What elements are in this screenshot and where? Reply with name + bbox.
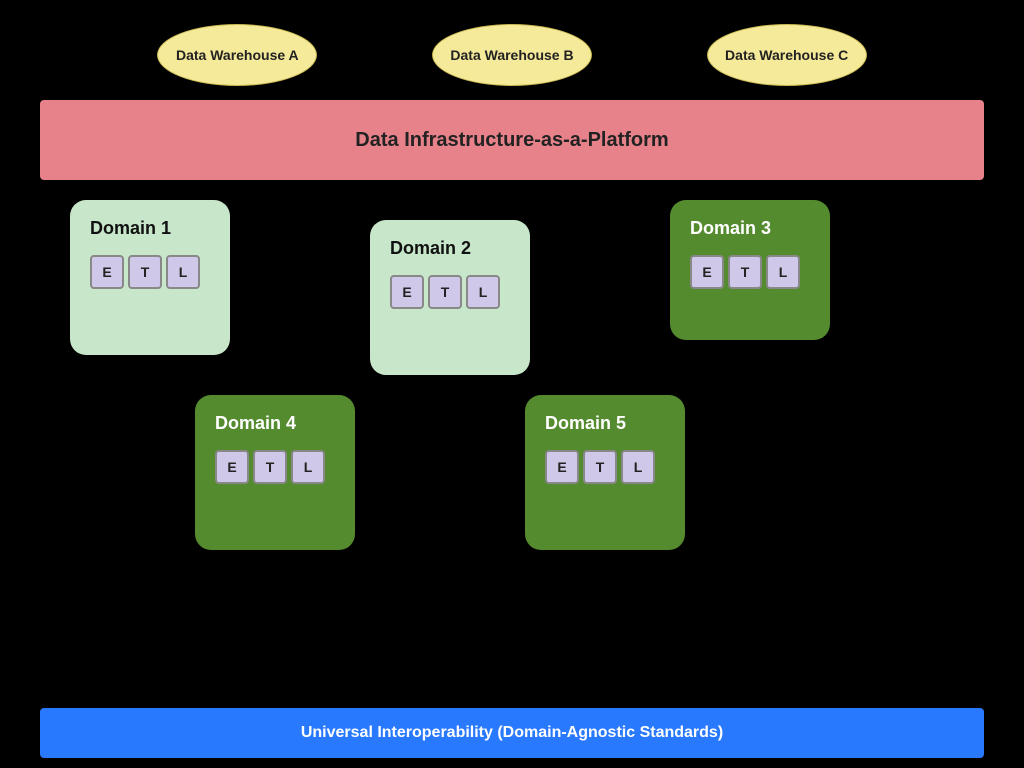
- warehouse-b: Data Warehouse B: [432, 24, 592, 86]
- domain-4-l: L: [291, 450, 325, 484]
- domain-1-t: T: [128, 255, 162, 289]
- domain-1-etl: E T L: [90, 255, 210, 289]
- domain-4-etl: E T L: [215, 450, 335, 484]
- main-container: Data Warehouse A Data Warehouse B Data W…: [0, 0, 1024, 768]
- domain-4-title: Domain 4: [215, 413, 335, 434]
- domain-5: Domain 5 E T L: [525, 395, 685, 550]
- domain-1: Domain 1 E T L: [70, 200, 230, 355]
- domain-5-e: E: [545, 450, 579, 484]
- domains-area: Domain 1 E T L Domain 2 E T L Domain 3: [40, 200, 984, 698]
- domain-2-title: Domain 2: [390, 238, 510, 259]
- domain-5-title: Domain 5: [545, 413, 665, 434]
- domain-5-l: L: [621, 450, 655, 484]
- domain-5-etl: E T L: [545, 450, 665, 484]
- domain-1-title: Domain 1: [90, 218, 210, 239]
- domain-2-etl: E T L: [390, 275, 510, 309]
- domain-3-title: Domain 3: [690, 218, 810, 239]
- warehouse-c: Data Warehouse C: [707, 24, 867, 86]
- warehouse-a: Data Warehouse A: [157, 24, 317, 86]
- warehouses-row: Data Warehouse A Data Warehouse B Data W…: [40, 10, 984, 100]
- warehouse-a-label: Data Warehouse A: [176, 47, 299, 63]
- warehouse-b-label: Data Warehouse B: [450, 47, 573, 63]
- domain-3-e: E: [690, 255, 724, 289]
- bottom-bar-label: Universal Interoperability (Domain-Agnos…: [301, 724, 723, 742]
- domain-1-e: E: [90, 255, 124, 289]
- domain-1-l: L: [166, 255, 200, 289]
- domain-2-t: T: [428, 275, 462, 309]
- domain-4-e: E: [215, 450, 249, 484]
- domain-4: Domain 4 E T L: [195, 395, 355, 550]
- domains-row-bottom: Domain 4 E T L Domain 5 E T L: [40, 395, 984, 570]
- domain-3-etl: E T L: [690, 255, 810, 289]
- infrastructure-label: Data Infrastructure-as-a-Platform: [355, 129, 668, 152]
- warehouse-c-label: Data Warehouse C: [725, 47, 848, 63]
- domain-2-l: L: [466, 275, 500, 309]
- domain-4-t: T: [253, 450, 287, 484]
- bottom-bar: Universal Interoperability (Domain-Agnos…: [40, 708, 984, 758]
- infrastructure-bar: Data Infrastructure-as-a-Platform: [40, 100, 984, 180]
- domain-3-l: L: [766, 255, 800, 289]
- domain-2: Domain 2 E T L: [370, 220, 530, 375]
- domain-2-e: E: [390, 275, 424, 309]
- domains-row-top: Domain 1 E T L Domain 2 E T L Domain 3: [40, 200, 984, 385]
- domain-3-t: T: [728, 255, 762, 289]
- domain-3: Domain 3 E T L: [670, 200, 830, 340]
- domain-5-t: T: [583, 450, 617, 484]
